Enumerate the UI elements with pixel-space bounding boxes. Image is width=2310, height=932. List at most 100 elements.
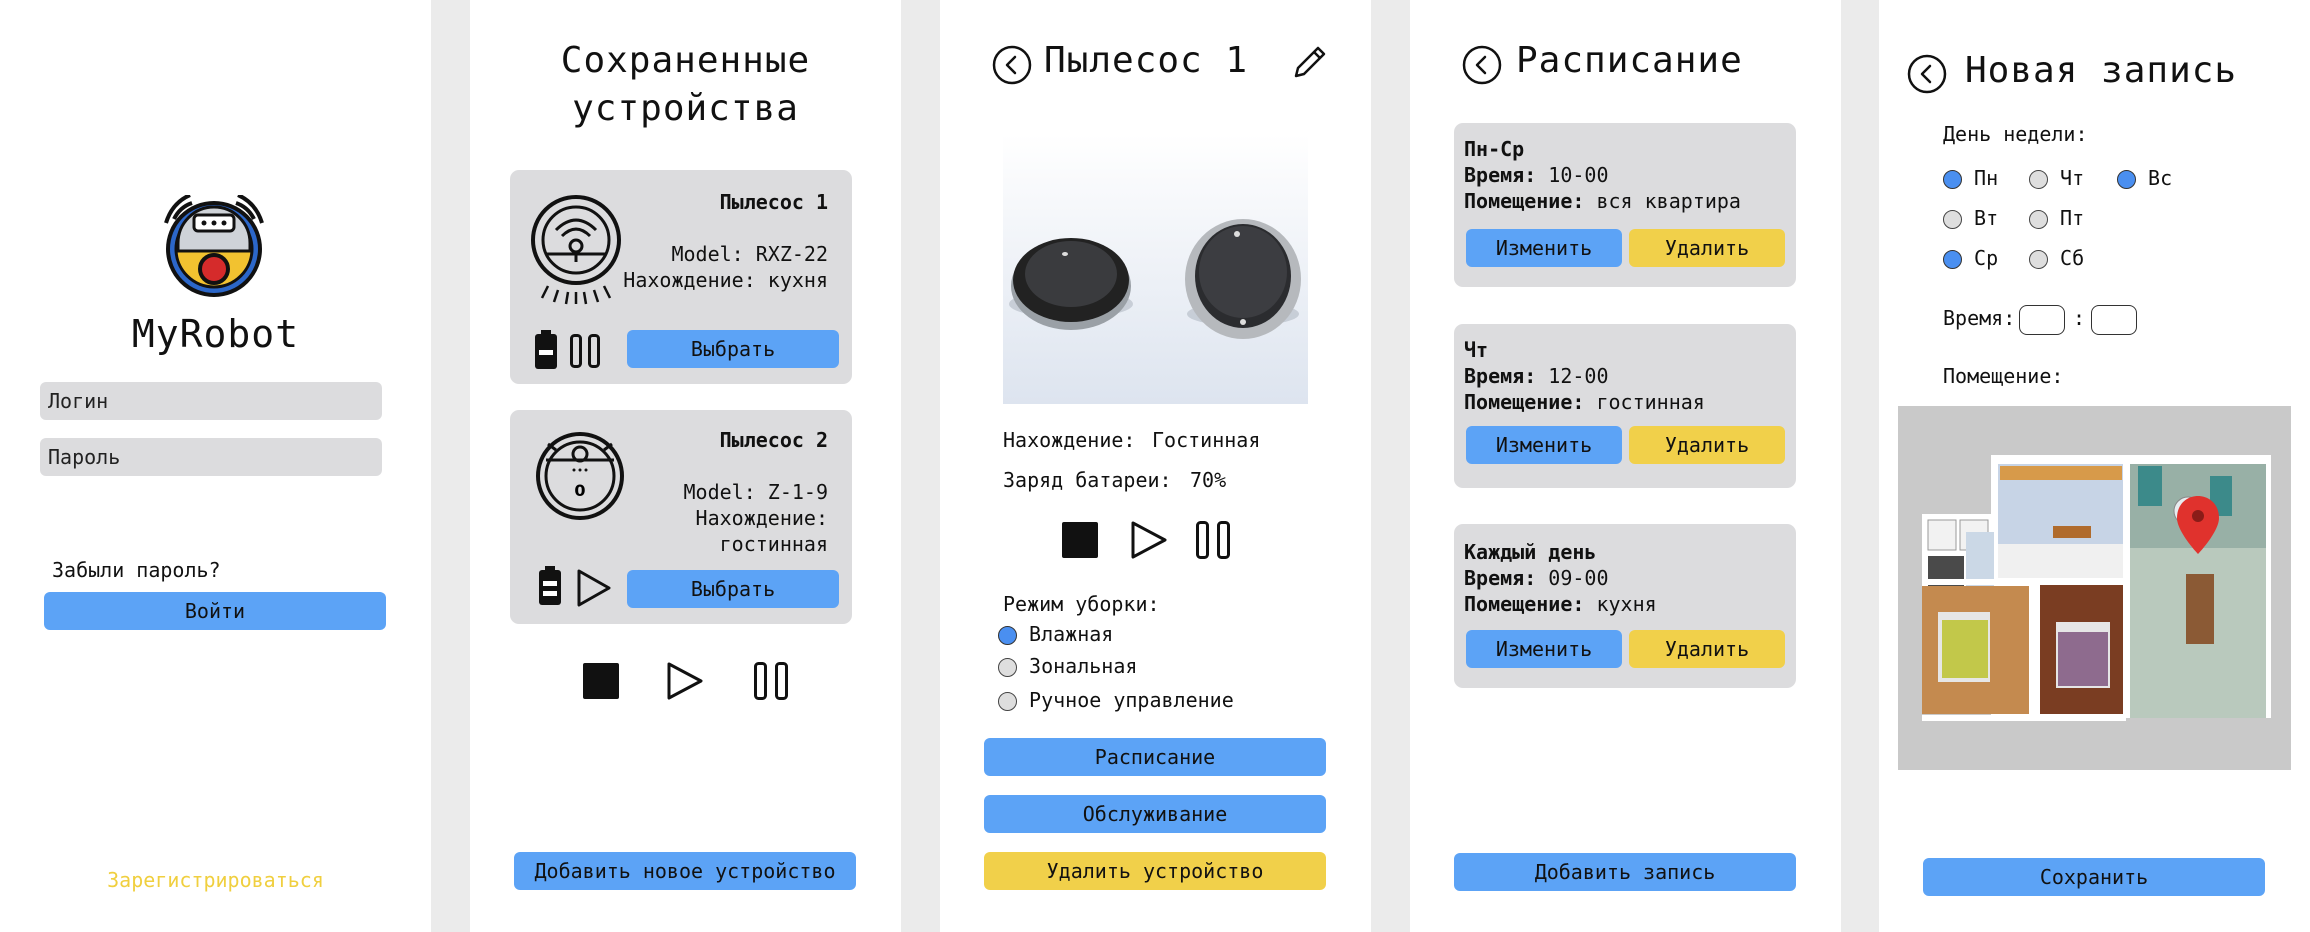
play-icon[interactable] xyxy=(1130,520,1168,560)
delete-entry-button[interactable]: Удалить xyxy=(1629,229,1785,267)
mode-label: Влажная xyxy=(1029,622,1114,646)
edit-entry-button[interactable]: Изменить xyxy=(1466,630,1622,668)
saved-devices-screen: Сохраненные устройства Пылесос 1 Model: … xyxy=(470,0,901,932)
stop-icon[interactable] xyxy=(583,663,619,699)
floor-plan-map[interactable] xyxy=(1898,406,2291,770)
checkbox[interactable] xyxy=(1943,250,1962,269)
delete-entry-button[interactable]: Удалить xyxy=(1629,426,1785,464)
select-device-button[interactable]: Выбрать xyxy=(627,570,839,608)
device-name: Пылесос 1 xyxy=(719,190,828,214)
entry-room: кухня xyxy=(1596,592,1657,616)
back-arrow-icon[interactable] xyxy=(992,45,1032,85)
device-name: Пылесос 2 xyxy=(719,428,828,452)
day-label: Пт xyxy=(2060,206,2085,230)
entry-time: 10-00 xyxy=(1548,163,1609,187)
add-entry-button[interactable]: Добавить запись xyxy=(1454,853,1796,891)
login-input[interactable]: Логин xyxy=(40,382,382,420)
page-title: Новая запись xyxy=(1965,50,2238,91)
entry-days: Пн-Ср xyxy=(1464,137,1525,161)
login-button[interactable]: Войти xyxy=(44,592,386,630)
location-label: Нахождение: xyxy=(1003,428,1136,452)
battery-half-icon xyxy=(539,566,561,605)
battery-full-icon xyxy=(535,330,557,369)
password-input[interactable]: Пароль xyxy=(40,438,382,476)
day-label: Ср xyxy=(1974,246,1999,270)
checkbox[interactable] xyxy=(1943,170,1962,189)
radio-button[interactable] xyxy=(998,658,1017,677)
room-label: Помещение: xyxy=(1464,189,1585,213)
select-device-button[interactable]: Выбрать xyxy=(627,330,839,368)
schedule-button[interactable]: Расписание xyxy=(984,738,1326,776)
time-label: Время: xyxy=(1943,306,2016,330)
day-label: Вт xyxy=(1974,206,1999,230)
checkbox[interactable] xyxy=(2029,170,2048,189)
device-model: Model: Z-1-9 xyxy=(683,480,829,504)
day-option-wed[interactable]: Ср xyxy=(1943,246,1998,270)
pause-icon[interactable] xyxy=(754,662,788,700)
checkbox[interactable] xyxy=(2029,210,2048,229)
edit-entry-button[interactable]: Изменить xyxy=(1466,426,1622,464)
page-title-line1: Сохраненные xyxy=(560,40,811,81)
mode-option[interactable]: Влажная xyxy=(998,622,1113,646)
radio-button[interactable] xyxy=(998,692,1017,711)
back-arrow-icon[interactable] xyxy=(1462,45,1502,85)
time-label: Время: xyxy=(1464,163,1537,187)
edit-pencil-icon[interactable] xyxy=(1292,44,1328,80)
day-option-sun[interactable]: Вс xyxy=(2117,166,2172,190)
play-icon[interactable] xyxy=(666,661,704,701)
app-name: MyRobot xyxy=(131,312,300,356)
minutes-input[interactable] xyxy=(2091,305,2137,335)
stop-icon[interactable] xyxy=(1062,522,1098,558)
room-label: Помещение: xyxy=(1464,592,1585,616)
device-screen: Пылесос 1 Нахождение: Гостинная Заряд ба… xyxy=(940,0,1371,932)
time-separator: : xyxy=(2073,306,2086,330)
save-button[interactable]: Сохранить xyxy=(1923,858,2265,896)
delete-device-button[interactable]: Удалить устройство xyxy=(984,852,1326,890)
day-option-mon[interactable]: Пн xyxy=(1943,166,1998,190)
service-button[interactable]: Обслуживание xyxy=(984,795,1326,833)
checkbox[interactable] xyxy=(1943,210,1962,229)
battery-value: 70% xyxy=(1190,468,1227,492)
entry-days: Чт xyxy=(1464,338,1489,362)
device-photo xyxy=(1003,134,1308,404)
delete-entry-button[interactable]: Удалить xyxy=(1629,630,1785,668)
forgot-password-link[interactable]: Забыли пароль? xyxy=(52,558,221,582)
room-label: Помещение: xyxy=(1943,364,2064,388)
pause-icon[interactable] xyxy=(1196,521,1230,559)
login-screen: MyRobot Логин Пароль Забыли пароль? Войт… xyxy=(0,0,431,932)
radio-button[interactable] xyxy=(998,626,1017,645)
time-label: Время: xyxy=(1464,364,1537,388)
pause-icon[interactable] xyxy=(570,334,600,368)
location-value: Гостинная xyxy=(1152,428,1261,452)
page-title: Расписание xyxy=(1516,40,1743,81)
device-location: Нахождение: кухня xyxy=(623,268,828,292)
device-model: Model: RXZ-22 xyxy=(671,242,828,266)
weekday-label: День недели: xyxy=(1943,122,2088,146)
hours-input[interactable] xyxy=(2019,305,2065,335)
robot-vacuum-icon: 0 xyxy=(536,432,624,520)
entry-room: гостинная xyxy=(1596,390,1705,414)
day-label: Вс xyxy=(2148,166,2173,190)
mode-option[interactable]: Ручное управление xyxy=(998,688,1234,712)
device-card[interactable]: 0 Пылесос 2 Model: Z-1-9 Нахождение: гос… xyxy=(510,410,852,624)
play-icon[interactable] xyxy=(576,568,612,608)
edit-entry-button[interactable]: Изменить xyxy=(1466,229,1622,267)
checkbox[interactable] xyxy=(2117,170,2136,189)
day-option-tue[interactable]: Вт xyxy=(1943,206,1998,230)
checkbox[interactable] xyxy=(2029,250,2048,269)
robot-vacuum-wifi-icon xyxy=(531,195,621,305)
mode-label: Зональная xyxy=(1029,654,1138,678)
day-label: Чт xyxy=(2060,166,2085,190)
entry-room: вся квартира xyxy=(1596,189,1741,213)
day-option-thu[interactable]: Чт xyxy=(2029,166,2084,190)
schedule-screen: Расписание Пн-Ср Время: 10-00 Помещение:… xyxy=(1410,0,1841,932)
mode-option[interactable]: Зональная xyxy=(998,654,1137,678)
device-location-value: гостинная xyxy=(719,532,828,556)
day-label: Сб xyxy=(2060,246,2085,270)
day-option-fri[interactable]: Пт xyxy=(2029,206,2084,230)
register-link[interactable]: Зарегистрироваться xyxy=(0,868,431,892)
add-device-button[interactable]: Добавить новое устройство xyxy=(514,852,856,890)
device-card[interactable]: Пылесос 1 Model: RXZ-22 Нахождение: кухн… xyxy=(510,170,852,384)
back-arrow-icon[interactable] xyxy=(1907,54,1947,94)
day-option-sat[interactable]: Сб xyxy=(2029,246,2084,270)
